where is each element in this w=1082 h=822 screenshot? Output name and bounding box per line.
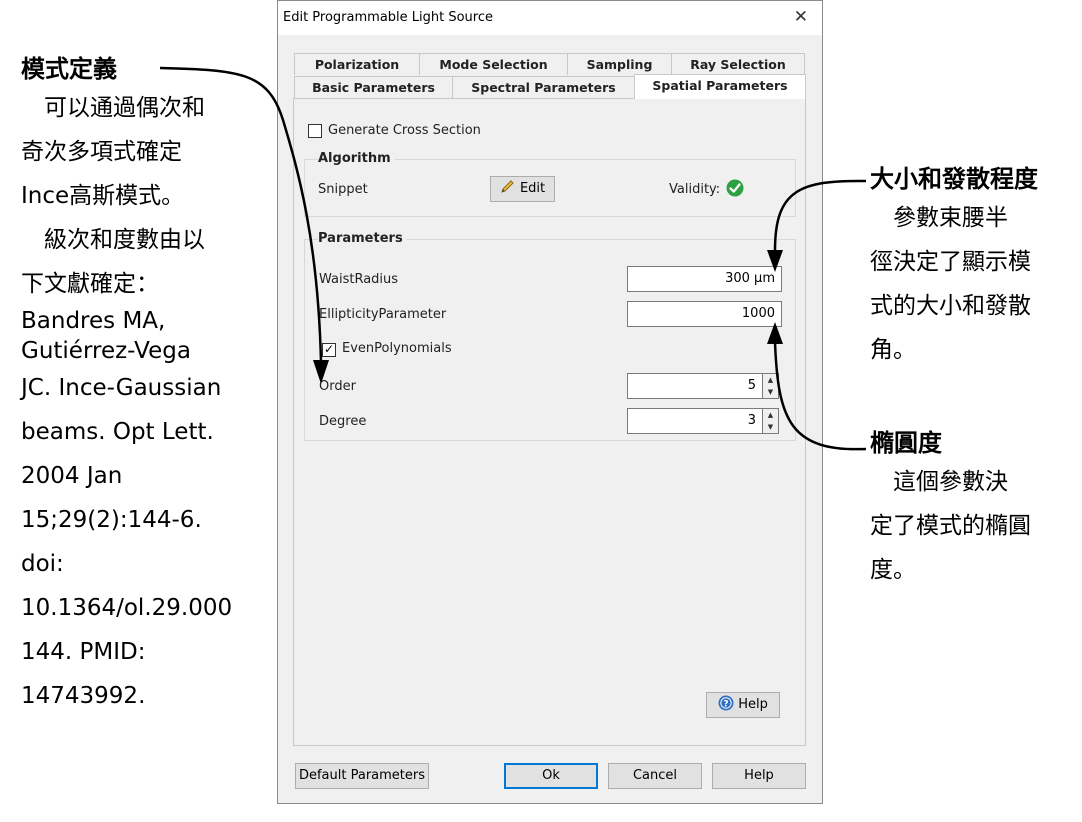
arrow-mode-definition [159,66,323,363]
tab-spatial-parameters[interactable]: Spatial Parameters [634,74,806,99]
arrow-mode-definition-head [313,360,329,384]
arrow-size-divergence [773,179,867,251]
annotation-arrows [159,66,867,451]
arrow-ellipticity-head [767,322,783,344]
arrow-ellipticity [773,341,867,451]
arrow-size-divergence-head [767,250,783,272]
